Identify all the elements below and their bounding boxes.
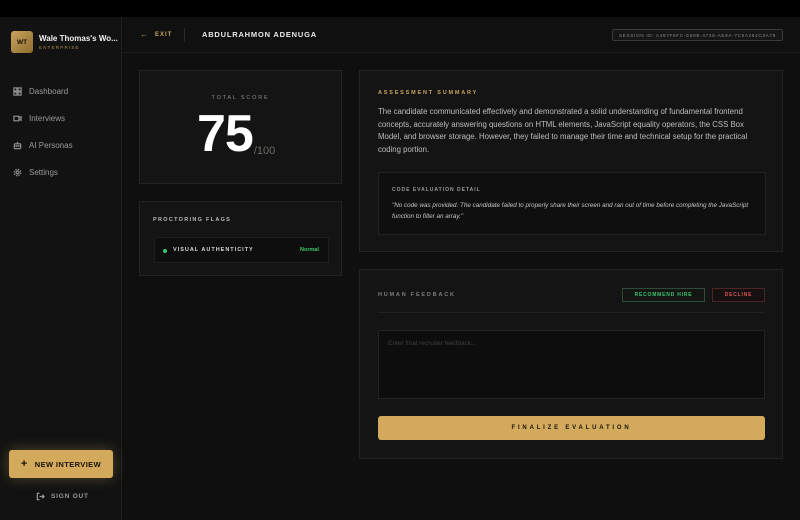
sidebar: WT Wale Thomas's Wo... ENTERPRISE Dashbo… [0, 17, 122, 520]
flag-name: VISUAL AUTHENTICITY [173, 247, 254, 253]
sidebar-item-label: Dashboard [29, 87, 69, 96]
recruiter-feedback-input[interactable] [378, 330, 765, 399]
robot-icon [13, 141, 22, 150]
workspace-switcher[interactable]: WT Wale Thomas's Wo... ENTERPRISE [11, 31, 118, 53]
sign-out-label: SIGN OUT [51, 493, 89, 500]
workspace-name: Wale Thomas's Wo... [39, 34, 118, 43]
sidebar-item-dashboard[interactable]: Dashboard [13, 78, 73, 105]
new-interview-label: NEW INTERVIEW [34, 459, 102, 469]
plus-icon: + [20, 457, 28, 470]
sidebar-item-ai-personas[interactable]: AI Personas [13, 132, 73, 159]
sidebar-item-interviews[interactable]: Interviews [13, 105, 73, 132]
total-score-value: 75 [197, 105, 254, 163]
assessment-summary-card: ASSESSMENT SUMMARY The candidate communi… [359, 70, 783, 252]
proctoring-flags-card: PROCTORING FLAGS VISUAL AUTHENTICITY Nor… [139, 201, 342, 276]
code-evaluation-text: "No code was provided. The candidate fai… [392, 202, 749, 220]
video-icon [13, 115, 22, 122]
total-score-max: /100 [253, 145, 276, 157]
candidate-name: ABDULRAHMON ADENUGA [202, 30, 317, 39]
human-feedback-card: HUMAN FEEDBACK RECOMMEND HIRE DECLINE FI… [359, 269, 783, 459]
proctoring-flags-title: PROCTORING FLAGS [153, 217, 232, 223]
session-id-badge: SESSION ID: A487F6FC-E69B-4736-AE9A-7C6A… [612, 29, 783, 41]
workspace-plan: ENTERPRISE [39, 45, 80, 50]
sidebar-nav: Dashboard Interviews AI Personas Setting… [13, 78, 73, 186]
sign-out-button[interactable]: SIGN OUT [36, 492, 89, 501]
divider [378, 312, 765, 313]
code-evaluation-title: CODE EVALUATION DETAIL [392, 187, 481, 193]
gear-icon [13, 168, 22, 177]
recommend-hire-button[interactable]: RECOMMEND HIRE [622, 288, 705, 302]
code-evaluation-box: CODE EVALUATION DETAIL "No code was prov… [378, 172, 766, 235]
flag-row: VISUAL AUTHENTICITY Normal [154, 237, 329, 263]
workspace-avatar: WT [11, 31, 33, 53]
total-score-card: TOTAL SCORE 75 /100 [139, 70, 342, 184]
sidebar-item-settings[interactable]: Settings [13, 159, 73, 186]
sidebar-item-label: Settings [29, 168, 58, 177]
sidebar-item-label: Interviews [29, 114, 66, 123]
sign-out-icon [36, 492, 45, 501]
top-strip [0, 0, 800, 17]
flag-status: Normal [300, 247, 319, 253]
assessment-summary-text: The candidate communicated effectively a… [378, 107, 748, 154]
status-dot-icon [163, 249, 167, 253]
finalize-evaluation-button[interactable]: FINALIZE EVALUATION [378, 416, 765, 440]
assessment-summary-title: ASSESSMENT SUMMARY [378, 90, 479, 96]
exit-button[interactable]: ← EXIT [140, 31, 172, 39]
page-header: ← EXIT ABDULRAHMON ADENUGA SESSION ID: A… [123, 17, 800, 53]
sidebar-item-label: AI Personas [29, 141, 73, 150]
arrow-left-icon: ← [140, 30, 149, 39]
new-interview-button[interactable]: + NEW INTERVIEW [9, 450, 113, 478]
header-divider [184, 28, 185, 42]
exit-label: EXIT [155, 32, 173, 38]
total-score-label: TOTAL SCORE [211, 95, 270, 101]
decline-button[interactable]: DECLINE [712, 288, 765, 302]
human-feedback-title: HUMAN FEEDBACK [378, 292, 456, 298]
grid-icon [13, 87, 22, 96]
